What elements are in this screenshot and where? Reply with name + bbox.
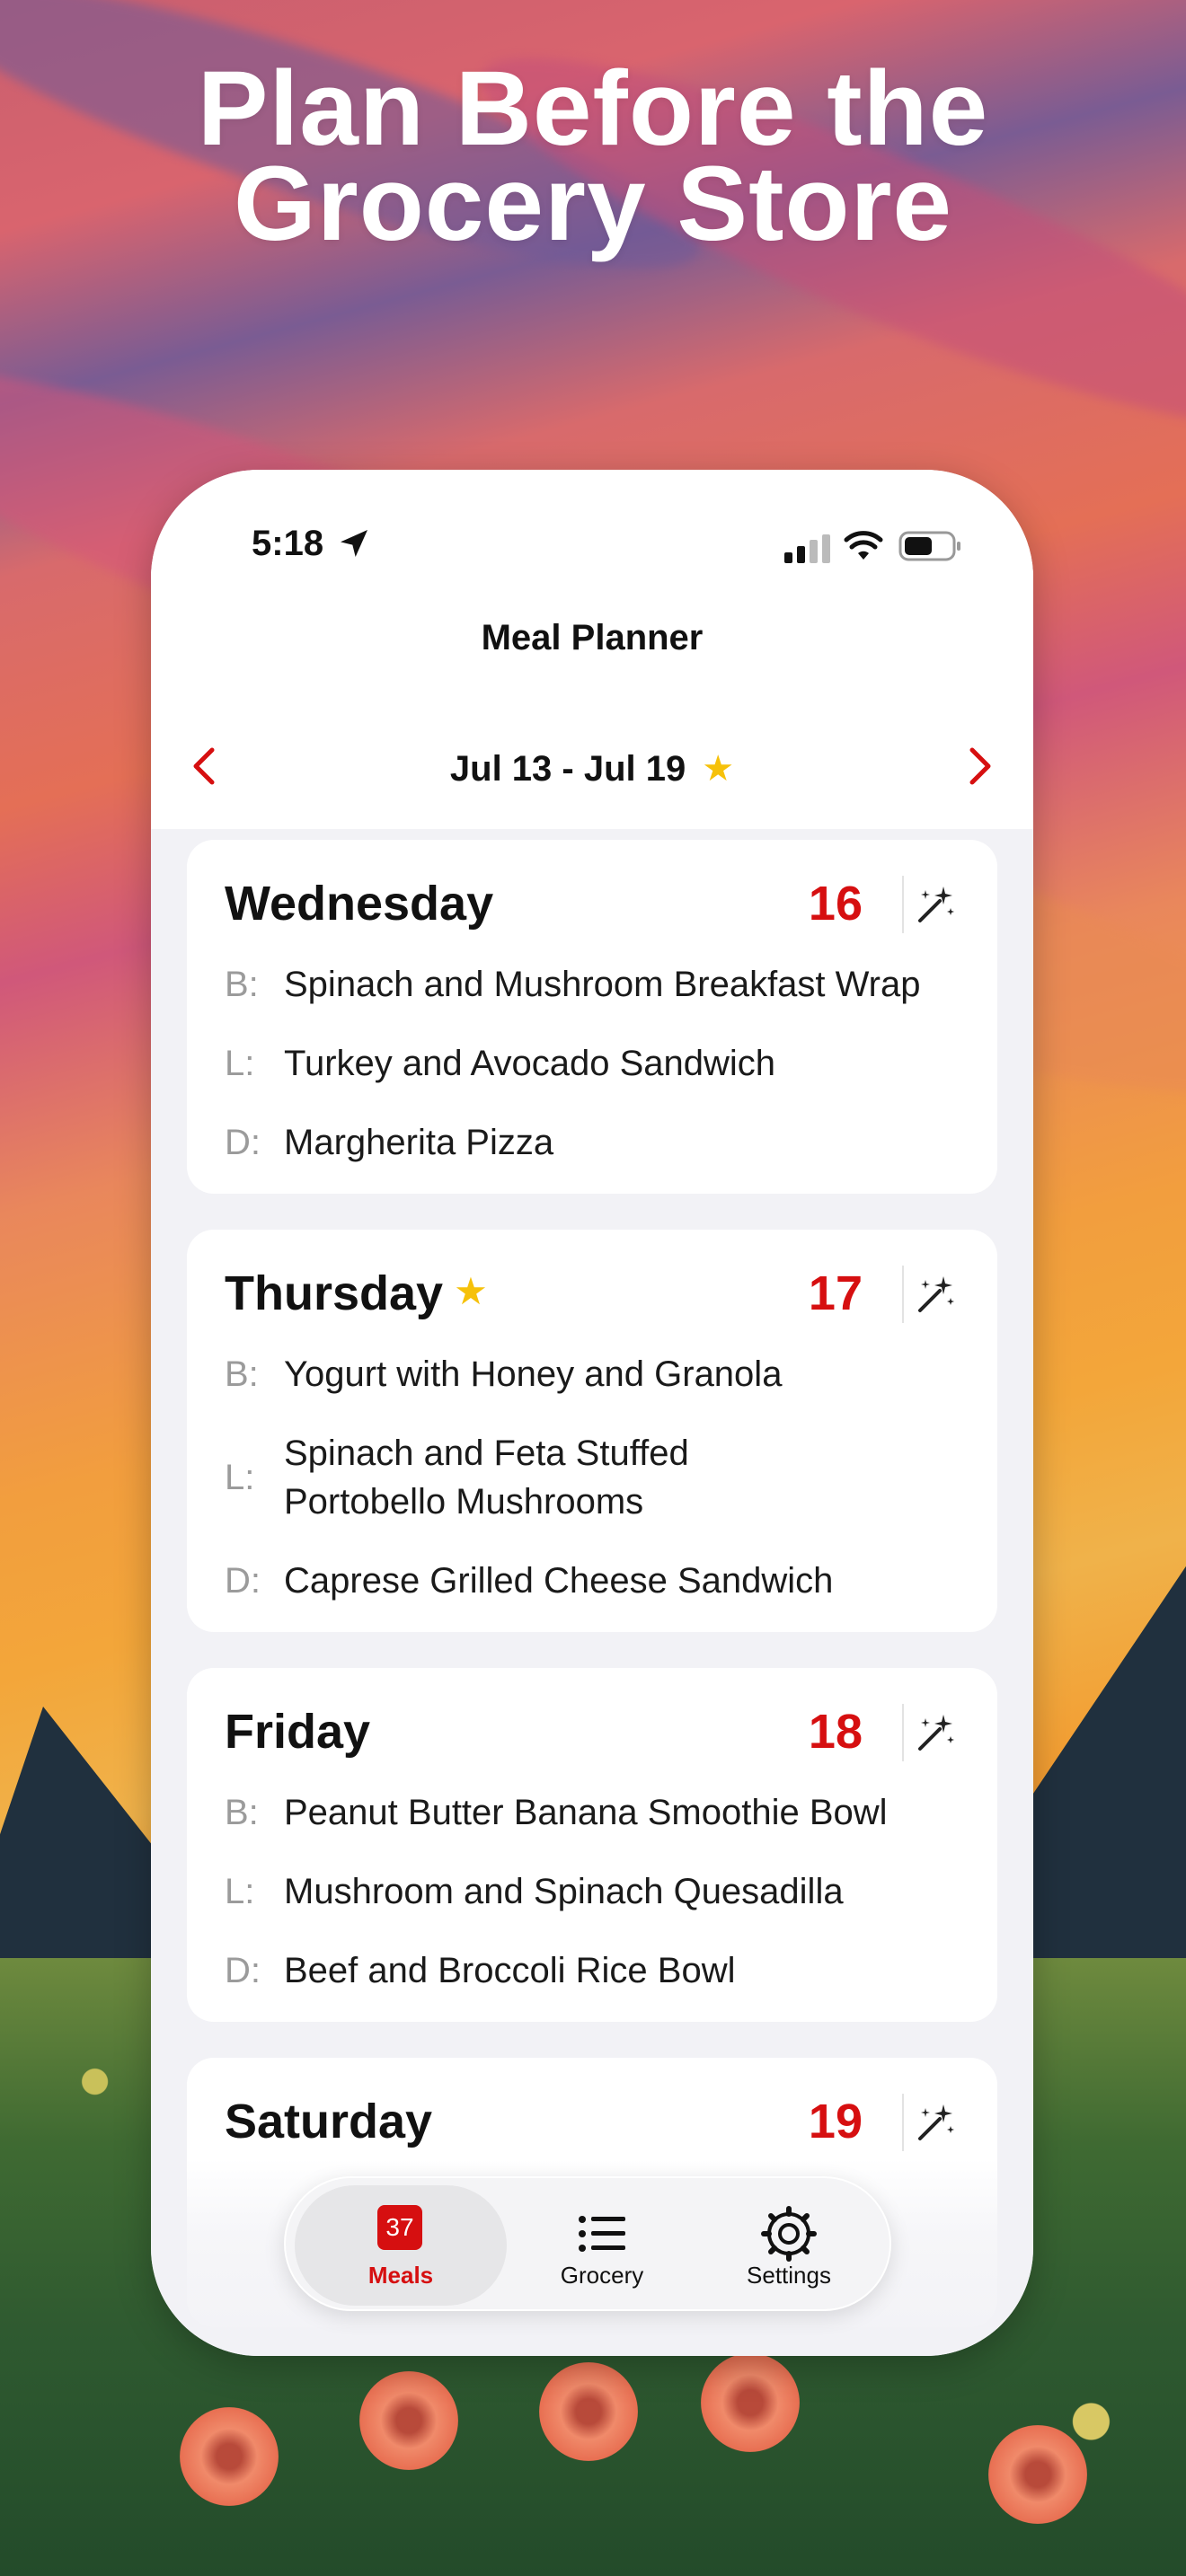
day-name: Friday	[225, 1705, 371, 1759]
location-arrow-icon	[341, 530, 367, 557]
gear-icon	[761, 2206, 817, 2262]
meal-name: Mushroom and Spinach Quesadilla	[284, 1872, 844, 1911]
meal-label: B:	[225, 1793, 259, 1832]
headline-line-1: Plan Before the	[197, 49, 989, 168]
magic-wand-icon[interactable]	[913, 2099, 960, 2146]
meal-label: D:	[225, 1561, 261, 1601]
meal-lunch[interactable]: L: Mushroom and Spinach Quesadilla	[225, 1867, 960, 1916]
list-icon	[579, 2216, 625, 2252]
headline-line-2: Grocery Store	[234, 145, 952, 263]
magic-wand-icon[interactable]	[913, 881, 960, 928]
meal-label: B:	[225, 965, 259, 1004]
meal-name: Turkey and Avocado Sandwich	[284, 1044, 776, 1083]
status-bar: 5:18	[151, 515, 1033, 595]
divider	[902, 2094, 904, 2151]
battery-icon	[898, 531, 960, 561]
meal-name: Beef and Broccoli Rice Bowl	[284, 1951, 736, 1990]
tab-label: Meals	[367, 2262, 434, 2289]
day-name: Wednesday	[225, 877, 494, 931]
tab-settings[interactable]: Settings	[699, 2178, 879, 2313]
chevron-right-icon[interactable]	[952, 739, 1006, 793]
meal-breakfast[interactable]: B: Yogurt with Honey and Granola	[225, 1350, 960, 1398]
wifi-icon	[844, 531, 883, 560]
meal-lunch[interactable]: L: Spinach and Feta Stuffed Portobello Mu…	[225, 1429, 960, 1526]
day-card-thursday[interactable]: Thursday ★ 17 B: Yogurt with Honey and Gra…	[187, 1230, 997, 1632]
signal-icon	[784, 534, 830, 563]
phone-screen: 5:18 Meal Planner Jul 13 - Jul 19 ★ Wedn…	[151, 470, 1033, 2356]
meal-name: Caprese Grilled Cheese Sandwich	[284, 1561, 834, 1601]
meal-label: D:	[225, 1951, 261, 1990]
day-date: 19	[808, 2095, 863, 2148]
page-title: Meal Planner	[481, 618, 704, 657]
meal-lunch[interactable]: L: Turkey and Avocado Sandwich	[225, 1039, 960, 1088]
day-cards: Wednesday 16 B: Spinach and Mushroom Brea…	[187, 840, 997, 2356]
day-date: 17	[808, 1266, 863, 1320]
meal-label: L:	[225, 1044, 255, 1083]
meal-name: Spinach and Feta Stuffed Portobello Mush…	[284, 1434, 689, 1522]
meal-name: Peanut Butter Banana Smoothie Bowl	[284, 1793, 888, 1832]
day-card-friday[interactable]: Friday 18 B: Peanut Butter Banana Smoothi…	[187, 1668, 997, 2022]
meal-name: Spinach and Mushroom Breakfast Wrap	[284, 965, 921, 1004]
week-range-text: Jul 13 - Jul 19	[449, 749, 686, 789]
tab-grocery[interactable]: Grocery	[521, 2178, 683, 2313]
marketing-headline: Plan Before the Grocery Store	[0, 49, 1186, 263]
week-range[interactable]: Jul 13 - Jul 19 ★	[151, 748, 1033, 790]
tab-meals[interactable]: 37 Meals	[295, 2185, 507, 2306]
day-date: 16	[808, 877, 863, 931]
meal-label: D:	[225, 1123, 261, 1162]
star-icon: ★	[702, 749, 735, 789]
tab-bar: 37 Meals Grocery Settings	[284, 2176, 891, 2311]
meal-label: L:	[225, 1458, 255, 1497]
star-icon: ★	[454, 1270, 488, 1312]
status-time: 5:18	[252, 524, 324, 563]
day-date: 18	[808, 1705, 863, 1759]
meal-name: Margherita Pizza	[284, 1123, 554, 1162]
divider	[902, 1704, 904, 1761]
divider	[902, 1266, 904, 1323]
day-card-wednesday[interactable]: Wednesday 16 B: Spinach and Mushroom Brea…	[187, 840, 997, 1194]
meal-breakfast[interactable]: B: Peanut Butter Banana Smoothie Bowl	[225, 1788, 960, 1837]
meal-breakfast[interactable]: B: Spinach and Mushroom Breakfast Wrap	[225, 960, 960, 1009]
day-name: Saturday	[225, 2095, 433, 2148]
meal-dinner[interactable]: D: Beef and Broccoli Rice Bowl	[225, 1946, 960, 1995]
divider	[902, 876, 904, 933]
magic-wand-icon[interactable]	[913, 1271, 960, 1318]
tab-label: Grocery	[560, 2262, 644, 2289]
meal-dinner[interactable]: D: Caprese Grilled Cheese Sandwich	[225, 1557, 960, 1605]
day-name: Thursday	[225, 1266, 444, 1320]
meal-name: Yogurt with Honey and Granola	[284, 1354, 783, 1394]
tab-label: Settings	[747, 2262, 831, 2289]
meal-label: L:	[225, 1872, 255, 1911]
meal-label: B:	[225, 1354, 259, 1394]
magic-wand-icon[interactable]	[913, 1709, 960, 1756]
calendar-icon: 37	[377, 2205, 422, 2250]
meal-dinner[interactable]: D: Margherita Pizza	[225, 1118, 960, 1167]
